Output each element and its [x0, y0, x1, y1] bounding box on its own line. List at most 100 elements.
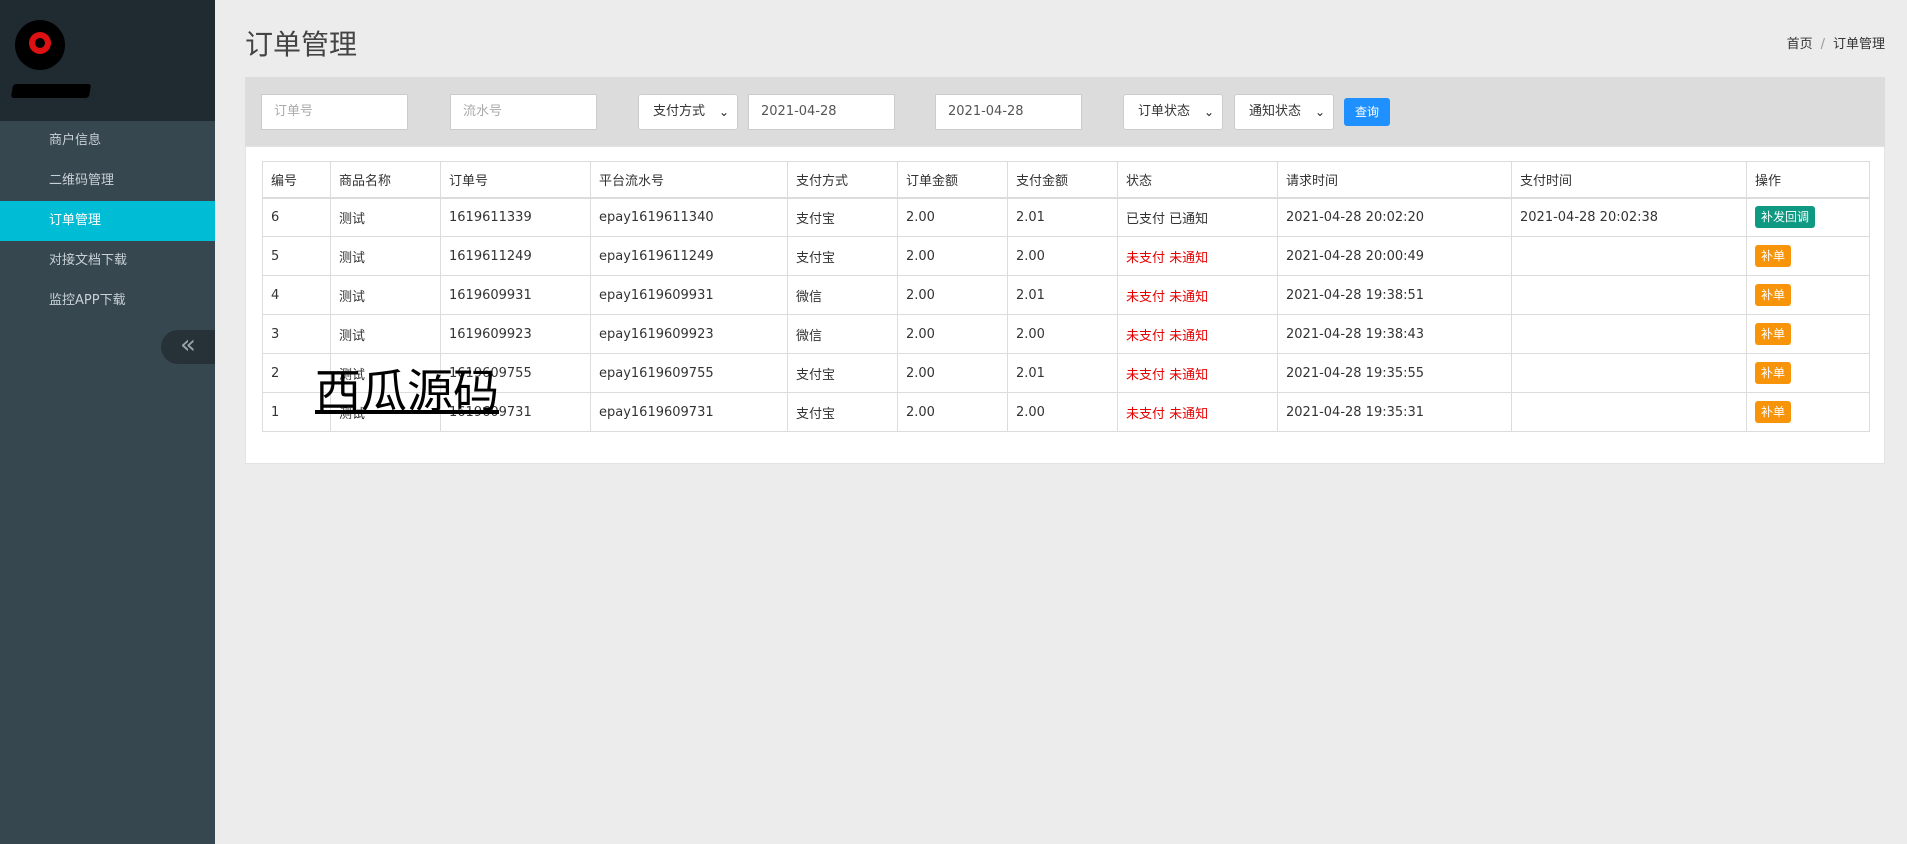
cell-method: 支付宝 [787, 353, 898, 393]
notify-status-select[interactable]: 通知状态 ⌄ [1234, 94, 1334, 130]
notify-status-value: 通知状态 [1249, 104, 1302, 119]
cell-op: 补单 [1746, 353, 1870, 393]
col-header-serial: 平台流水号 [590, 161, 788, 199]
query-button[interactable]: 查询 [1344, 98, 1390, 126]
col-header-req-time: 请求时间 [1277, 161, 1512, 199]
cell-serial: epay1619609755 [590, 353, 788, 393]
cell-amount: 2.00 [897, 314, 1008, 354]
cell-amount: 2.00 [897, 392, 1008, 432]
cell-op: 补单 [1746, 392, 1870, 432]
cell-method: 支付宝 [787, 197, 898, 237]
table-row: 5 测试 1619611249 epay1619611249 支付宝 2.00 2.00 未支… [262, 236, 1870, 276]
cell-req-time: 2021-04-28 19:35:31 [1277, 392, 1512, 432]
order-no-input[interactable]: 订单号 [261, 94, 408, 130]
breadcrumb-current: 订单管理 [1832, 37, 1885, 52]
collapse-sidebar-icon[interactable]: « [161, 330, 215, 364]
cell-status: 已支付 已通知 [1117, 197, 1278, 237]
order-status-value: 订单状态 [1138, 104, 1191, 119]
chevron-down-icon: ⌄ [1203, 105, 1214, 119]
table-row: 1 测试 1619609731 epay1619609731 支付宝 2.00 2.00 未支… [262, 392, 1870, 432]
cell-status: 未支付 未通知 [1117, 314, 1278, 354]
cell-method: 微信 [787, 275, 898, 315]
watermark-text: 西瓜源码 [315, 364, 499, 418]
col-header-method: 支付方式 [787, 161, 898, 199]
col-header-op: 操作 [1746, 161, 1870, 199]
col-header-product: 商品名称 [330, 161, 441, 199]
cell-amount: 2.00 [897, 197, 1008, 237]
cell-product: 测试 [330, 314, 441, 354]
cell-pay-time [1511, 236, 1747, 276]
pay-method-select[interactable]: 支付方式 ⌄ [638, 94, 738, 130]
cell-id: 6 [262, 197, 331, 237]
logo-mark-icon [29, 32, 51, 54]
chevron-down-icon: ⌄ [1314, 105, 1325, 119]
resupply-order-button[interactable]: 补单 [1755, 284, 1792, 306]
pay-method-value: 支付方式 [653, 104, 706, 119]
cell-op: 补单 [1746, 275, 1870, 315]
resupply-order-button[interactable]: 补单 [1755, 323, 1792, 345]
cell-pay-time: 2021-04-28 20:02:38 [1511, 197, 1747, 237]
table-row: 3 测试 1619609923 epay1619609923 微信 2.00 2.00 未支付… [262, 314, 1870, 354]
cell-method: 支付宝 [787, 236, 898, 276]
sidebar-nav: 商户信息 二维码管理 订单管理 对接文档下载 监控APP下载 [0, 121, 215, 321]
cell-method: 微信 [787, 314, 898, 354]
breadcrumb: 首页 / 订单管理 [1787, 33, 1885, 52]
cell-paid: 2.01 [1007, 197, 1118, 237]
sidebar-header [0, 0, 215, 121]
cell-amount: 2.00 [897, 353, 1008, 393]
cell-status: 未支付 未通知 [1117, 236, 1278, 276]
cell-paid: 2.01 [1007, 353, 1118, 393]
cell-req-time: 2021-04-28 19:35:55 [1277, 353, 1512, 393]
col-header-pay-time: 支付时间 [1511, 161, 1747, 199]
sidebar-item-docs-download[interactable]: 对接文档下载 [0, 241, 215, 281]
cell-method: 支付宝 [787, 392, 898, 432]
cell-op: 补单 [1746, 236, 1870, 276]
cell-product: 测试 [330, 197, 441, 237]
cell-pay-time [1511, 392, 1747, 432]
sidebar: 商户信息 二维码管理 订单管理 对接文档下载 监控APP下载 « [0, 0, 215, 844]
sidebar-item-qrcode[interactable]: 二维码管理 [0, 161, 215, 201]
cell-serial: epay1619609923 [590, 314, 788, 354]
cell-status: 未支付 未通知 [1117, 353, 1278, 393]
table-row: 6 测试 1619611339 epay1619611340 支付宝 2.00 2.01 已支… [262, 197, 1870, 237]
cell-req-time: 2021-04-28 20:02:20 [1277, 197, 1512, 237]
breadcrumb-home[interactable]: 首页 [1787, 37, 1813, 52]
chevron-down-icon: ⌄ [718, 105, 729, 119]
cell-req-time: 2021-04-28 19:38:43 [1277, 314, 1512, 354]
sidebar-item-merchant-info[interactable]: 商户信息 [0, 121, 215, 161]
orders-table: 编号 商品名称 订单号 平台流水号 支付方式 订单金额 支付金额 状态 请求时间… [262, 161, 1870, 432]
col-header-status: 状态 [1117, 161, 1278, 199]
cell-paid: 2.00 [1007, 314, 1118, 354]
cell-product: 测试 [330, 275, 441, 315]
cell-op: 补发回调 [1746, 197, 1870, 237]
table-row: 2 测试 1619609755 epay1619609755 支付宝 2.00 2.01 未支… [262, 353, 1870, 393]
sidebar-item-app-download[interactable]: 监控APP下载 [0, 281, 215, 321]
date-start-input[interactable]: 2021-04-28 [748, 94, 895, 130]
cell-serial: epay1619611340 [590, 197, 788, 237]
cell-req-time: 2021-04-28 20:00:49 [1277, 236, 1512, 276]
cell-status: 未支付 未通知 [1117, 275, 1278, 315]
cell-product: 测试 [330, 236, 441, 276]
table-row: 4 测试 1619609931 epay1619609931 微信 2.00 2.01 未支付… [262, 275, 1870, 315]
date-end-input[interactable]: 2021-04-28 [935, 94, 1082, 130]
cell-order-no: 1619611249 [440, 236, 591, 276]
sidebar-item-orders[interactable]: 订单管理 [0, 201, 215, 241]
page-title: 订单管理 [245, 28, 358, 61]
cell-serial: epay1619609731 [590, 392, 788, 432]
resupply-order-button[interactable]: 补单 [1755, 245, 1792, 267]
resupply-order-button[interactable]: 补单 [1755, 362, 1792, 384]
resupply-order-button[interactable]: 补单 [1755, 401, 1792, 423]
cell-serial: epay1619611249 [590, 236, 788, 276]
cell-pay-time [1511, 314, 1747, 354]
logo [15, 20, 65, 70]
resend-callback-button[interactable]: 补发回调 [1755, 206, 1816, 229]
order-status-select[interactable]: 订单状态 ⌄ [1123, 94, 1223, 130]
cell-pay-time [1511, 275, 1747, 315]
cell-serial: epay1619609931 [590, 275, 788, 315]
col-header-paid: 支付金额 [1007, 161, 1118, 199]
serial-no-input[interactable]: 流水号 [450, 94, 597, 130]
cell-paid: 2.00 [1007, 236, 1118, 276]
cell-paid: 2.00 [1007, 392, 1118, 432]
cell-order-no: 1619609923 [440, 314, 591, 354]
cell-op: 补单 [1746, 314, 1870, 354]
